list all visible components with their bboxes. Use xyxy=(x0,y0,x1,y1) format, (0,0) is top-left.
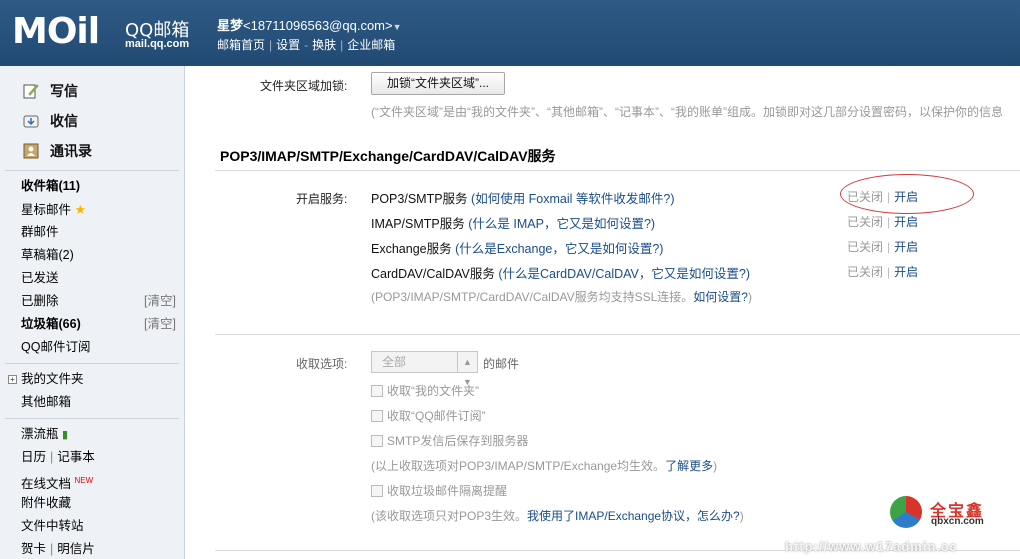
watermark-url: qbxcn.com xyxy=(931,516,984,527)
checkbox[interactable] xyxy=(371,434,383,447)
top-header: MOil QQ邮箱 mail.qq.com 星梦<18711096563@qq.… xyxy=(0,0,1020,66)
logo-url: mail.qq.com xyxy=(125,38,190,50)
app-file-transfer[interactable]: 文件中转站 xyxy=(0,515,184,538)
user-name: 星梦 xyxy=(217,18,244,33)
logo-mark: MOil xyxy=(12,11,100,52)
app-greeting-cards[interactable]: 贺卡 xyxy=(21,542,46,556)
service-help-link[interactable]: (什么是CardDAV/CalDAV，它又是如何设置?) xyxy=(498,267,750,281)
link-mailbox-home[interactable]: 邮箱首页 xyxy=(217,38,265,52)
service-status-carddav-caldav: 已关闭 | 开启 xyxy=(847,265,919,279)
expand-icon[interactable]: + xyxy=(8,375,17,384)
imap-exchange-help-link[interactable]: 我使用了IMAP/Exchange协议，怎么办? xyxy=(527,509,740,523)
app-postcards[interactable]: 明信片 xyxy=(57,542,95,556)
enable-carddav-caldav-link[interactable]: 开启 xyxy=(894,265,918,279)
enable-imap-smtp-link[interactable]: 开启 xyxy=(894,215,918,229)
folder-deleted[interactable]: 已删除 [清空] xyxy=(0,290,184,313)
section-divider xyxy=(215,170,1020,171)
app-drift-bottle[interactable]: 漂流瓶 ▮ xyxy=(0,423,184,446)
receive-range-select[interactable]: 全部 ▲ ▼ xyxy=(371,351,478,387)
section-title: POP3/IMAP/SMTP/Exchange/CardDAV/CalDAV服务 xyxy=(220,148,556,164)
status-off: 已关闭 xyxy=(847,215,884,229)
service-help-link[interactable]: (如何使用 Foxmail 等软件收发邮件?) xyxy=(471,192,674,206)
enable-exchange-link[interactable]: 开启 xyxy=(894,240,918,254)
status-off: 已关闭 xyxy=(847,265,884,279)
lock-folder-area-button[interactable]: 加锁“文件夹区域”... xyxy=(371,72,505,95)
link-enterprise-mail[interactable]: 企业邮箱 xyxy=(347,38,395,52)
option-my-folders[interactable]: 收取“我的文件夹” xyxy=(371,382,479,399)
receive-suffix: 的邮件 xyxy=(483,357,520,371)
receive-button[interactable]: 收信 xyxy=(0,106,184,136)
settings-panel: 文件夹区域加锁: 加锁“文件夹区域”... (“文件夹区域”是由“我的文件夹”、… xyxy=(190,66,1020,559)
contacts-icon xyxy=(22,142,40,160)
folder-lock-label: 文件夹区域加锁: xyxy=(260,79,348,93)
folder-group-mail[interactable]: 群邮件 xyxy=(0,221,184,244)
checkbox[interactable] xyxy=(371,384,383,397)
folder-starred[interactable]: 星标邮件 ★ xyxy=(0,198,184,221)
receive-icon xyxy=(22,112,40,130)
folder-other-mailboxes[interactable]: 其他邮箱 xyxy=(0,391,184,414)
receive-options-label: 收取选项: xyxy=(296,357,348,371)
app-calendar[interactable]: 日历 xyxy=(21,450,46,464)
service-name: CardDAV/CalDAV服务 xyxy=(371,267,495,281)
watermark-bottom-url: http://www.w17admin.cc xyxy=(785,539,958,554)
service-name: Exchange服务 xyxy=(371,242,452,256)
spam-note: (该收取选项只对POP3生效。我使用了IMAP/Exchange协议，怎么办?) xyxy=(371,509,744,523)
ssl-note: (POP3/IMAP/SMTP/CardDAV/CalDAV服务均支持SSL连接… xyxy=(371,290,752,304)
qq-mail-logo[interactable]: MOil QQ邮箱 mail.qq.com xyxy=(12,11,189,52)
checkbox[interactable] xyxy=(371,484,383,497)
service-help-link[interactable]: (什么是 IMAP，它又是如何设置?) xyxy=(468,217,655,231)
option-spam-reminder[interactable]: 收取垃圾邮件隔离提醒 xyxy=(371,482,507,499)
quick-actions: 写信 收信 通讯录 xyxy=(0,66,184,166)
new-badge: NEW xyxy=(74,476,94,485)
service-row-carddav-caldav: CardDAV/CalDAV服务 (什么是CardDAV/CalDAV，它又是如… xyxy=(371,263,750,282)
contacts-button[interactable]: 通讯录 xyxy=(0,136,184,166)
folder-my-folders[interactable]: + 我的文件夹 xyxy=(0,368,184,391)
service-row-imap-smtp: IMAP/SMTP服务 (什么是 IMAP，它又是如何设置?) xyxy=(371,213,655,232)
select-arrows-icon: ▲ ▼ xyxy=(457,352,477,387)
options-note: (以上收取选项对POP3/IMAP/SMTP/Exchange均生效。了解更多) xyxy=(371,459,718,473)
service-status-exchange: 已关闭 | 开启 xyxy=(847,240,919,254)
section-divider-2 xyxy=(215,334,1020,335)
service-help-link[interactable]: (什么是Exchange，它又是如何设置?) xyxy=(455,242,663,256)
user-email: <18711096563@qq.com> xyxy=(243,18,393,33)
folder-lock-note: (“文件夹区域”是由“我的文件夹”、“其他邮箱”、“记事本”、“我的账单”组成。… xyxy=(371,105,1003,119)
service-name: IMAP/SMTP服务 xyxy=(371,217,465,231)
enable-services-label: 开启服务: xyxy=(296,192,348,206)
sidebar: 写信 收信 通讯录 收件箱(11) 星标邮件 ★ 群邮件 草稿箱(2) 已发送 … xyxy=(0,66,185,559)
option-subscriptions[interactable]: 收取“QQ邮件订阅” xyxy=(371,407,486,424)
compose-button[interactable]: 写信 xyxy=(0,76,184,106)
service-row-pop3-smtp: POP3/SMTP服务 (如何使用 Foxmail 等软件收发邮件?) xyxy=(371,188,675,207)
folder-drafts[interactable]: 草稿箱(2) xyxy=(0,244,184,267)
folder-spam[interactable]: 垃圾箱(66) [清空] xyxy=(0,313,184,336)
app-calendar-notes: 日历 | 记事本 xyxy=(21,450,95,464)
clear-spam-link[interactable]: [清空] xyxy=(144,313,176,336)
checkbox[interactable] xyxy=(371,409,383,422)
service-row-exchange: Exchange服务 (什么是Exchange，它又是如何设置?) xyxy=(371,238,663,257)
star-icon: ★ xyxy=(74,202,87,217)
service-name: POP3/SMTP服务 xyxy=(371,192,468,206)
service-status-imap-smtp: 已关闭 | 开启 xyxy=(847,215,919,229)
app-notes[interactable]: 记事本 xyxy=(57,450,95,464)
bottle-icon: ▮ xyxy=(62,429,69,441)
app-online-docs[interactable]: 在线文档 NEW xyxy=(0,469,184,492)
clear-deleted-link[interactable]: [清空] xyxy=(144,290,176,313)
app-cards: 贺卡 | 明信片 xyxy=(21,542,95,556)
annotation-circle xyxy=(840,174,974,214)
status-off: 已关闭 xyxy=(847,240,884,254)
folder-inbox[interactable]: 收件箱(11) xyxy=(0,175,184,198)
top-links: 邮箱首页 | 设置 - 换肤 | 企业邮箱 xyxy=(217,38,396,52)
learn-more-link[interactable]: 了解更多 xyxy=(665,459,713,473)
ssl-howto-link[interactable]: 如何设置? xyxy=(693,290,748,304)
app-attachments[interactable]: 附件收藏 xyxy=(0,492,184,515)
link-settings[interactable]: 设置 xyxy=(276,38,300,52)
write-icon xyxy=(22,82,40,100)
folder-subscriptions[interactable]: QQ邮件订阅 xyxy=(0,336,184,359)
watermark-logo-icon xyxy=(890,496,922,528)
option-save-sent[interactable]: SMTP发信后保存到服务器 xyxy=(371,432,528,449)
link-skin[interactable]: 换肤 xyxy=(312,38,336,52)
chevron-down-icon[interactable]: ▼ xyxy=(393,22,402,32)
user-account[interactable]: 星梦<18711096563@qq.com>▼ xyxy=(217,15,402,34)
folder-sent[interactable]: 已发送 xyxy=(0,267,184,290)
